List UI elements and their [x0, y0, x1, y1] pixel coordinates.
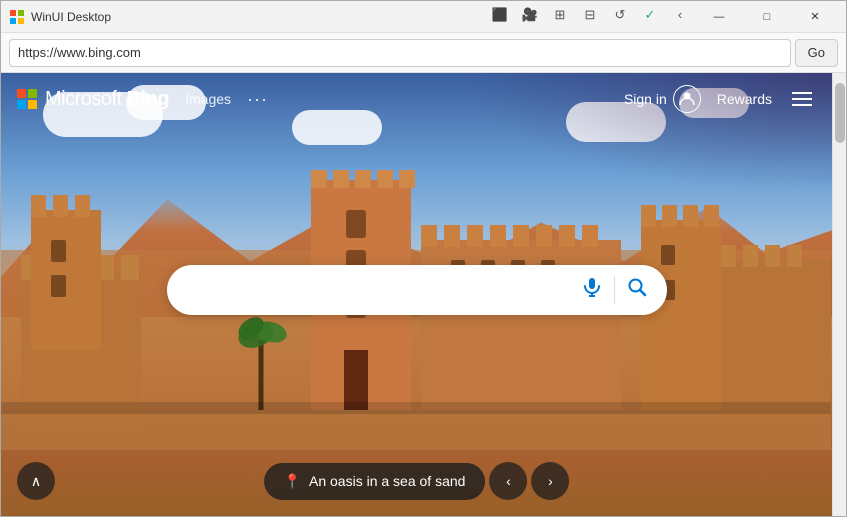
bing-navbar: Microsoft Bing Images ··· Sign in Reward…	[1, 73, 832, 125]
vertical-scrollbar[interactable]	[832, 73, 846, 516]
toolbar-back-btn[interactable]: ‹	[666, 1, 694, 29]
caption-pill: 📍 An oasis in a sea of sand	[264, 463, 486, 500]
scrollbar-thumb[interactable]	[835, 83, 845, 143]
title-bar-controls: ⬛ 🎥 ⊞ ⊟ ↺ ✓ ‹ — □ ✕	[486, 1, 838, 33]
search-icon[interactable]	[623, 273, 651, 307]
toolbar-monitor-btn[interactable]: ⬛	[486, 1, 514, 29]
rewards-link[interactable]: Rewards	[717, 91, 772, 107]
mic-icon[interactable]	[578, 273, 606, 307]
user-avatar-icon	[673, 85, 701, 113]
toolbar-check-btn[interactable]: ✓	[636, 1, 664, 29]
prev-image-button[interactable]: ‹	[489, 462, 527, 500]
hamburger-menu[interactable]	[788, 88, 816, 110]
ham-line-3	[792, 104, 812, 106]
bing-logo: Microsoft Bing	[17, 88, 169, 111]
ham-line-2	[792, 98, 812, 100]
bing-brand-text: Microsoft Bing	[45, 88, 169, 111]
bottom-caption-bar: 📍 An oasis in a sea of sand ‹ ›	[264, 462, 570, 500]
nav-more-dots[interactable]: ···	[247, 89, 268, 110]
microsoft-logo	[17, 89, 37, 109]
toolbar-refresh-btn[interactable]: ↺	[606, 1, 634, 29]
ms-sq-yellow	[28, 100, 37, 109]
signin-label: Sign in	[624, 91, 667, 107]
search-container	[167, 265, 667, 315]
nav-link-images[interactable]: Images	[185, 91, 231, 107]
main-window: WinUI Desktop ⬛ 🎥 ⊞ ⊟ ↺ ✓ ‹ — □ ✕ Go	[0, 0, 847, 517]
page-content: Microsoft Bing Images ··· Sign in Reward…	[1, 73, 832, 516]
ms-sq-blue	[17, 100, 26, 109]
ham-line-1	[792, 92, 812, 94]
browser-viewport: Microsoft Bing Images ··· Sign in Reward…	[1, 73, 846, 516]
toolbar-window-btn[interactable]: ⊞	[546, 1, 574, 29]
caption-text: An oasis in a sea of sand	[309, 473, 465, 489]
maximize-button[interactable]: □	[744, 1, 790, 33]
toolbar-window2-btn[interactable]: ⊟	[576, 1, 604, 29]
minimize-button[interactable]: —	[696, 1, 742, 33]
scroll-up-button[interactable]: ∧	[17, 462, 55, 500]
close-button[interactable]: ✕	[792, 1, 838, 33]
ms-sq-red	[17, 89, 26, 98]
go-button[interactable]: Go	[795, 39, 838, 67]
title-bar: WinUI Desktop ⬛ 🎥 ⊞ ⊟ ↺ ✓ ‹ — □ ✕	[1, 1, 846, 33]
address-bar: Go	[1, 33, 846, 73]
window-icon	[9, 9, 25, 25]
url-input-wrap	[9, 39, 791, 67]
search-bar	[167, 265, 667, 315]
title-bar-text: WinUI Desktop	[31, 10, 486, 24]
next-image-button[interactable]: ›	[531, 462, 569, 500]
search-divider	[614, 276, 615, 304]
signin-button[interactable]: Sign in	[624, 85, 701, 113]
url-input[interactable]	[18, 45, 782, 60]
toolbar-camera-btn[interactable]: 🎥	[516, 1, 544, 29]
ms-sq-green	[28, 89, 37, 98]
search-input[interactable]	[183, 281, 570, 299]
location-pin-icon: 📍	[284, 473, 301, 490]
